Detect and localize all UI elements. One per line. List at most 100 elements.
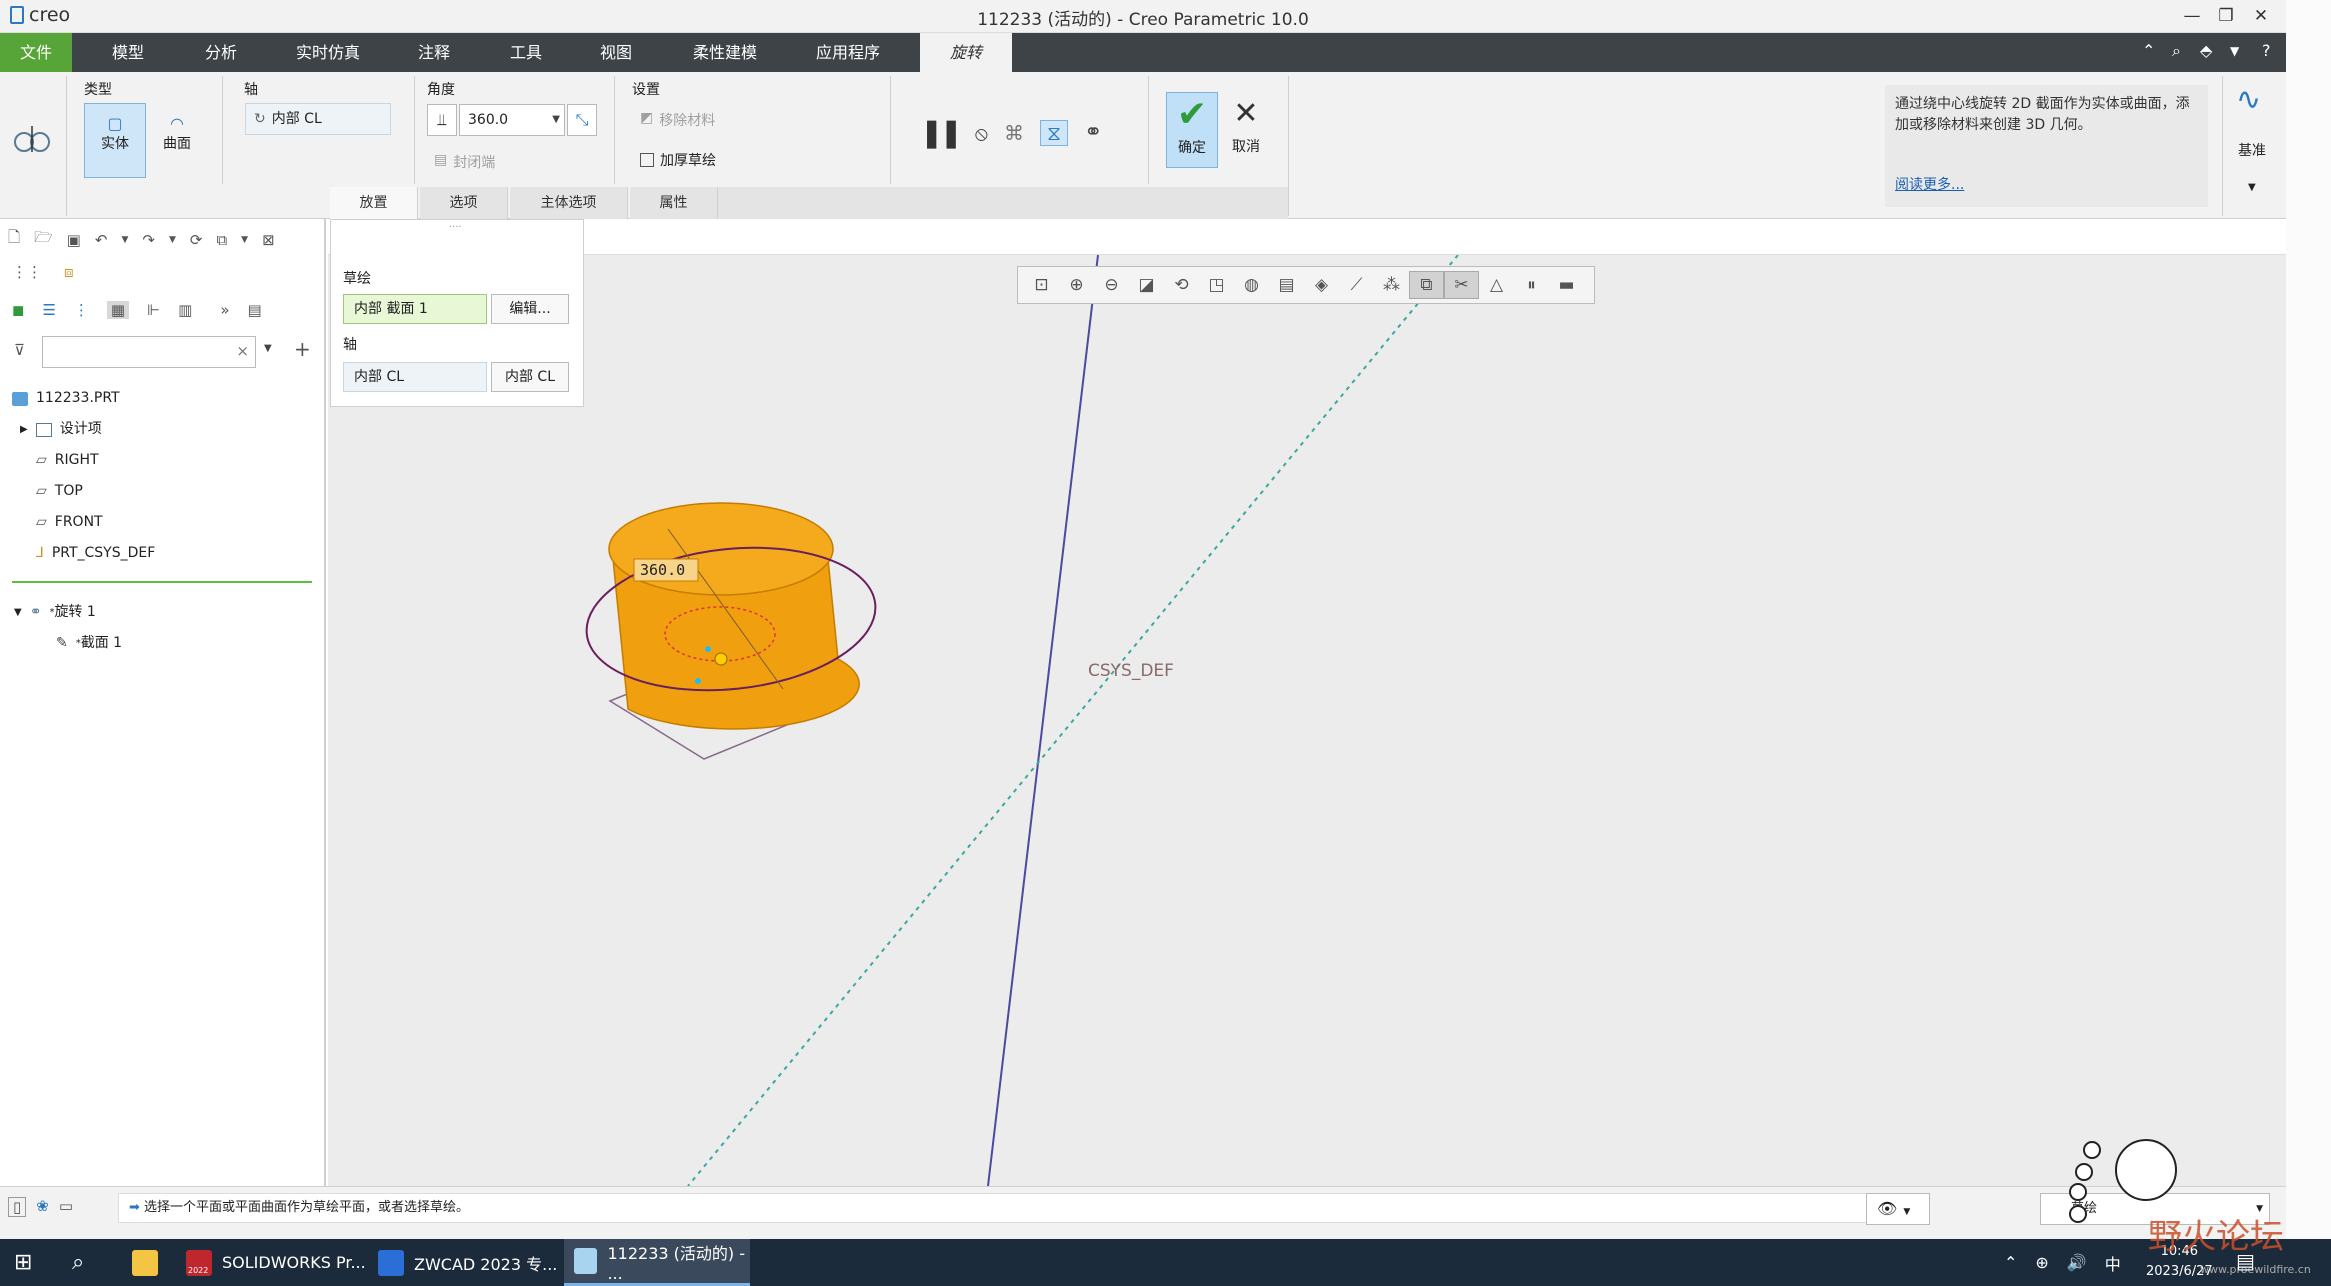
taskbar-zwcad[interactable]: ZWCAD 2023 专... <box>378 1239 558 1286</box>
show-navigator-icon[interactable]: ▯ <box>8 1197 27 1217</box>
tree-list-icon[interactable]: ☰ <box>42 301 55 319</box>
community-icon[interactable]: ⬘ <box>2200 41 2212 60</box>
model-tree-tab-icon[interactable]: ⋮⋮ <box>12 263 42 281</box>
cancel-button[interactable]: ✕ 取消 <box>1222 92 1270 168</box>
close-button[interactable]: ✕ <box>2245 3 2277 29</box>
spin-center-icon[interactable]: ⧉ <box>1409 271 1444 299</box>
tree-notes-icon[interactable]: ▤ <box>248 301 262 319</box>
flip-direction-button[interactable]: ⤡ <box>567 104 597 136</box>
read-more-link[interactable]: 阅读更多... <box>1895 175 1964 196</box>
datum-dropdown-icon[interactable]: ▼ <box>2248 182 2256 193</box>
menu-annotate[interactable]: 注释 <box>398 33 470 72</box>
minimize-button[interactable]: — <box>2176 3 2208 29</box>
refit-icon[interactable]: ⊡ <box>1024 275 1059 295</box>
menu-live-simulation[interactable]: 实时仿真 <box>280 33 376 72</box>
more-icon[interactable]: » <box>220 301 229 319</box>
datum-label[interactable]: 基准 <box>2238 140 2266 160</box>
taskbar-search-button[interactable]: ⌕ <box>72 1239 84 1286</box>
regenerate-icon[interactable]: ⟳ <box>190 231 203 249</box>
start-button[interactable]: ⊞ <box>14 1239 32 1286</box>
surface-type-button[interactable]: ◠ 曲面 <box>146 103 208 178</box>
notification-icon[interactable]: ▤ <box>2236 1249 2255 1273</box>
add-filter-icon[interactable]: + <box>294 337 311 361</box>
note-icon[interactable]: ▬ <box>1549 275 1584 295</box>
tree-item-section-1[interactable]: ✎ *截面 1 <box>12 628 312 659</box>
help-icon[interactable]: ? <box>2262 41 2271 60</box>
verify-icon[interactable]: ⌘ <box>1004 121 1024 145</box>
new-file-icon[interactable]: 🗋 <box>8 227 20 252</box>
zoom-out-icon[interactable]: ⊖ <box>1094 275 1129 295</box>
restore-button[interactable]: ❐ <box>2210 3 2242 29</box>
angle-type-button[interactable]: ⫫ <box>427 104 457 136</box>
triangle-icon[interactable]: △ <box>1479 275 1514 295</box>
annotation-display-icon[interactable]: ⁂ <box>1374 275 1409 295</box>
tree-item-csys[interactable]: ⅃ PRT_CSYS_DEF <box>12 538 312 569</box>
viewport-canvas[interactable] <box>328 219 2286 1186</box>
windows-icon[interactable]: ⧉ <box>216 231 227 249</box>
axis-field[interactable]: 内部 CL <box>343 362 487 392</box>
redo-icon[interactable]: ↷ <box>142 231 155 249</box>
subtab-properties[interactable]: 属性 <box>630 187 718 219</box>
search-dropdown-icon[interactable]: ▼ <box>264 343 272 354</box>
remove-material-option[interactable]: ◩ 移除材料 <box>640 110 715 130</box>
tab-revolve[interactable]: 旋转 <box>920 33 1012 72</box>
subtab-body-options[interactable]: 主体选项 <box>510 187 628 219</box>
redo-dropdown-icon[interactable]: ▼ <box>169 235 176 245</box>
show-browser-icon[interactable]: ❀ <box>36 1197 49 1217</box>
collapse-ribbon-icon[interactable]: ⌃ <box>2142 41 2155 60</box>
tree-settings-icon[interactable]: ▥ <box>178 301 192 319</box>
angle-dropdown-icon[interactable]: ▼ <box>552 105 560 135</box>
tree-search-input[interactable]: × <box>42 336 256 368</box>
windows-dropdown-icon[interactable]: ▼ <box>241 235 248 245</box>
graphics-window[interactable]: 360.0 CSYS_DEF <box>328 219 2286 1186</box>
angle-dimension-text[interactable]: 360.0 <box>640 561 685 579</box>
closed-ends-option[interactable]: ▤ 封闭端 <box>434 152 495 172</box>
close-window-icon[interactable]: ⊠ <box>262 231 275 249</box>
subtab-options[interactable]: 选项 <box>420 187 508 219</box>
internal-cl-button[interactable]: 内部 CL <box>491 362 569 392</box>
open-file-icon[interactable]: 🗁 <box>34 227 53 252</box>
ok-button[interactable]: ✔ 确定 <box>1166 92 1218 168</box>
datum-display-icon[interactable]: ⟋ <box>1339 275 1374 295</box>
repaint-icon[interactable]: ◪ <box>1129 275 1164 295</box>
tree-filter-icon[interactable]: ⊩ <box>147 301 160 319</box>
taskbar-solidworks[interactable]: 2022 SOLIDWORKS Pr... <box>186 1239 366 1286</box>
view-manager-icon[interactable]: ▤ <box>1269 275 1304 295</box>
datum-icon[interactable]: ∿ <box>2236 82 2261 117</box>
menu-file[interactable]: 文件 <box>0 33 72 72</box>
input-method-indicator[interactable]: 中 <box>2105 1251 2121 1275</box>
feature-preview-glasses-icon[interactable]: ⚭ <box>1084 120 1102 145</box>
pause-animation-icon[interactable]: ⏸ <box>1514 275 1549 295</box>
solid-type-button[interactable]: ▢ 实体 <box>84 103 146 178</box>
display-style-icon[interactable]: ◍ <box>1234 275 1269 295</box>
thicken-checkbox[interactable] <box>640 153 654 167</box>
no-preview-icon[interactable]: ⦸ <box>975 121 988 145</box>
tree-item-front[interactable]: ▱ FRONT <box>12 507 312 538</box>
panel-grip-icon[interactable]: ···· <box>449 222 462 233</box>
network-icon[interactable]: ⊕ <box>2035 1253 2048 1272</box>
tree-item-revolve-1[interactable]: ▼ ⚭ *旋转 1 <box>12 597 312 628</box>
pause-icon[interactable]: ❚❚ <box>920 116 963 149</box>
taskbar-creo[interactable]: 112233 (活动的) - ... <box>564 1239 750 1286</box>
menu-view[interactable]: 视图 <box>580 33 652 72</box>
menu-analysis[interactable]: 分析 <box>185 33 257 72</box>
saved-orientations-icon[interactable]: ◳ <box>1199 275 1234 295</box>
clear-search-icon[interactable]: × <box>236 342 249 360</box>
search-icon[interactable]: ⌕ <box>2172 41 2181 61</box>
menu-tools[interactable]: 工具 <box>490 33 562 72</box>
show-hidden-icons-icon[interactable]: ⌃ <box>2004 1253 2017 1272</box>
sketch-display-icon[interactable]: ✂ <box>1444 271 1479 299</box>
tree-item-design-items[interactable]: ▶ 设计项 <box>12 414 312 445</box>
volume-icon[interactable]: 🔊 <box>2067 1253 2087 1272</box>
menu-flexible-modeling[interactable]: 柔性建模 <box>680 33 770 72</box>
full-screen-icon[interactable]: ▭ <box>59 1197 73 1217</box>
perspective-icon[interactable]: ◈ <box>1304 275 1339 295</box>
collapse-arrow-icon[interactable]: ▼ <box>14 597 22 628</box>
expand-arrow-icon[interactable]: ▶ <box>20 414 28 445</box>
undo-dropdown-icon[interactable]: ▼ <box>121 235 128 245</box>
subtab-placement[interactable]: 放置 <box>330 187 418 219</box>
tree-item-top[interactable]: ▱ TOP <box>12 476 312 507</box>
edit-button[interactable]: 编辑... <box>491 294 569 324</box>
show-bodies-icon[interactable]: ◼ <box>12 301 24 319</box>
folder-browser-tab-icon[interactable]: ⧈ <box>64 263 74 281</box>
